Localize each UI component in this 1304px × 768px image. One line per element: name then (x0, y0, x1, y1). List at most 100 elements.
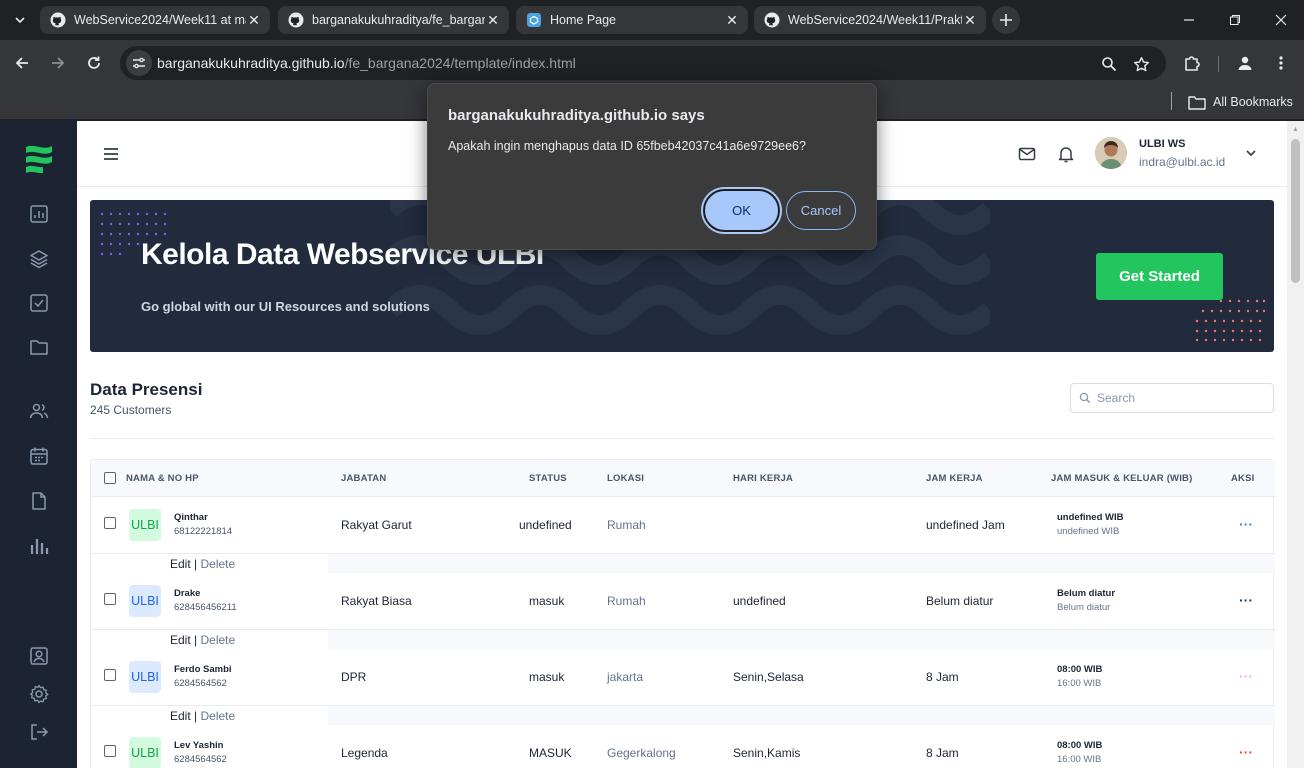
row-checkbox[interactable] (104, 669, 116, 681)
checkbox-icon[interactable] (29, 293, 49, 313)
extensions-button[interactable] (1179, 50, 1205, 76)
browser-tab[interactable]: WebService2024/Week11/Prakt ✕ (754, 6, 986, 34)
back-button[interactable] (9, 50, 35, 76)
row-name: Drake (174, 588, 201, 599)
close-icon[interactable]: ✕ (485, 12, 501, 28)
row-jam-keluar: 16:00 WIB (1057, 754, 1102, 765)
bar-chart-icon[interactable] (29, 536, 49, 556)
hamburger-menu-icon[interactable] (101, 144, 121, 164)
chart-icon[interactable] (29, 204, 49, 224)
calendar-icon[interactable] (29, 446, 49, 466)
row-status: masuk (529, 670, 565, 684)
get-started-button[interactable]: Get Started (1096, 253, 1223, 300)
browser-toolbar: barganakukuhraditya.github.io/fe_bargana… (0, 40, 1304, 86)
row-jam-masuk: 08:00 WIB (1057, 664, 1103, 675)
table-row[interactable]: ULBI Lev Yashin 6284564562 Legenda MASUK… (91, 725, 1275, 768)
layers-icon[interactable] (29, 249, 49, 269)
table-row[interactable]: ULBI Ferdo Sambi 6284564562 DPR masuk ja… (91, 649, 1275, 706)
column-header: LOKASI (607, 473, 645, 484)
close-icon[interactable]: ✕ (724, 12, 740, 28)
more-actions-icon[interactable]: ··· (1239, 593, 1253, 607)
action-separator: | (194, 709, 198, 723)
table-row[interactable]: ULBI Qinthar 68122221814 Rakyat Garut un… (91, 497, 1275, 554)
browser-tab[interactable]: barganakukuhraditya/fe_bargan ✕ (278, 6, 509, 34)
row-jam-keluar: Belum diatur (1057, 602, 1111, 613)
more-actions-icon[interactable]: ··· (1239, 745, 1253, 759)
menu-button[interactable] (1268, 50, 1294, 76)
scrollbar-thumb[interactable] (1291, 139, 1300, 283)
profile-card-icon[interactable] (29, 646, 49, 666)
document-icon[interactable] (29, 491, 49, 511)
ok-button[interactable]: OK (703, 189, 780, 232)
tab-search-button[interactable] (8, 8, 32, 32)
sidebar (0, 121, 77, 768)
profile-button[interactable] (1232, 50, 1258, 76)
row-checkbox[interactable] (104, 593, 116, 605)
folder-icon[interactable] (29, 337, 49, 357)
row-jam-keluar: 16:00 WIB (1057, 678, 1102, 689)
more-actions-icon[interactable]: ··· (1239, 517, 1253, 531)
search-input[interactable] (1097, 391, 1257, 405)
close-window-button[interactable] (1269, 8, 1293, 32)
mail-icon[interactable] (1018, 145, 1036, 163)
delete-link[interactable]: Delete (201, 633, 236, 647)
more-actions-icon[interactable]: ··· (1239, 669, 1253, 683)
puzzle-icon (1185, 56, 1200, 71)
bell-icon[interactable] (1057, 145, 1075, 163)
avatar[interactable] (1095, 137, 1127, 169)
restore-button[interactable] (1223, 8, 1247, 32)
dialog-message: Apakah ingin menghapus data ID 65fbeb420… (448, 139, 806, 153)
page-scrollbar[interactable]: ▲ (1287, 121, 1304, 768)
edit-link[interactable]: Edit (170, 557, 191, 571)
dialog-title: barganakukuhraditya.github.io says (448, 107, 705, 124)
delete-link[interactable]: Delete (201, 709, 236, 723)
close-icon[interactable]: ✕ (246, 12, 262, 28)
forward-button[interactable] (45, 50, 71, 76)
table-header: NAMA & NO HP JABATAN STATUS LOKASI HARI … (91, 460, 1275, 497)
row-jam-kerja: 8 Jam (926, 670, 959, 684)
site-info-button[interactable] (126, 50, 152, 76)
reload-button[interactable] (81, 50, 107, 76)
row-checkbox[interactable] (104, 745, 116, 757)
row-hari-kerja: Senin,Kamis (733, 746, 801, 760)
edit-link[interactable]: Edit (170, 633, 191, 647)
row-jam-kerja: undefined Jam (926, 518, 1005, 532)
chevron-down-icon[interactable] (1244, 146, 1258, 160)
tab-title: barganakukuhraditya/fe_bargan (312, 13, 485, 27)
logo-icon[interactable] (23, 141, 55, 177)
new-tab-button[interactable] (992, 6, 1020, 34)
row-checkbox[interactable] (104, 517, 116, 529)
zoom-button[interactable] (1097, 52, 1121, 76)
row-status: MASUK (529, 746, 572, 760)
browser-tab-active[interactable]: Home Page ✕ (516, 6, 748, 34)
avatar-badge: ULBI (129, 737, 161, 768)
avatar-badge: ULBI (129, 509, 161, 541)
column-header: JAM MASUK & KELUAR (WIB) (1051, 473, 1193, 484)
minimize-button[interactable] (1177, 8, 1201, 32)
bookmark-star-button[interactable] (1129, 52, 1153, 76)
close-icon[interactable]: ✕ (962, 12, 978, 28)
logout-icon[interactable] (29, 722, 49, 742)
select-all-checkbox[interactable] (104, 472, 116, 484)
scroll-up-arrow[interactable]: ▲ (1291, 125, 1300, 134)
all-bookmarks-button[interactable]: All Bookmarks (1188, 92, 1293, 112)
github-icon (50, 12, 66, 28)
browser-tab[interactable]: WebService2024/Week11 at ma ✕ (40, 6, 270, 34)
reload-icon (88, 56, 100, 69)
row-lokasi: Rumah (607, 518, 646, 532)
arrow-left-icon (15, 57, 28, 69)
cancel-button[interactable]: Cancel (786, 191, 856, 230)
search-box[interactable] (1070, 383, 1274, 413)
users-icon[interactable] (29, 401, 49, 421)
delete-link[interactable]: Delete (201, 557, 236, 571)
column-header: NAMA & NO HP (126, 473, 199, 484)
edit-link[interactable]: Edit (170, 709, 191, 723)
table-row[interactable]: ULBI Drake 628456456211 Rakyat Biasa mas… (91, 573, 1275, 630)
address-bar[interactable]: barganakukuhraditya.github.io/fe_bargana… (120, 46, 1166, 80)
url-text: barganakukuhraditya.github.io/fe_bargana… (157, 55, 576, 71)
row-jabatan: Legenda (341, 746, 388, 760)
zoom-icon (1102, 57, 1117, 72)
search-icon (1079, 392, 1091, 404)
gear-icon[interactable] (29, 684, 49, 704)
customer-count: 245 Customers (90, 403, 172, 417)
